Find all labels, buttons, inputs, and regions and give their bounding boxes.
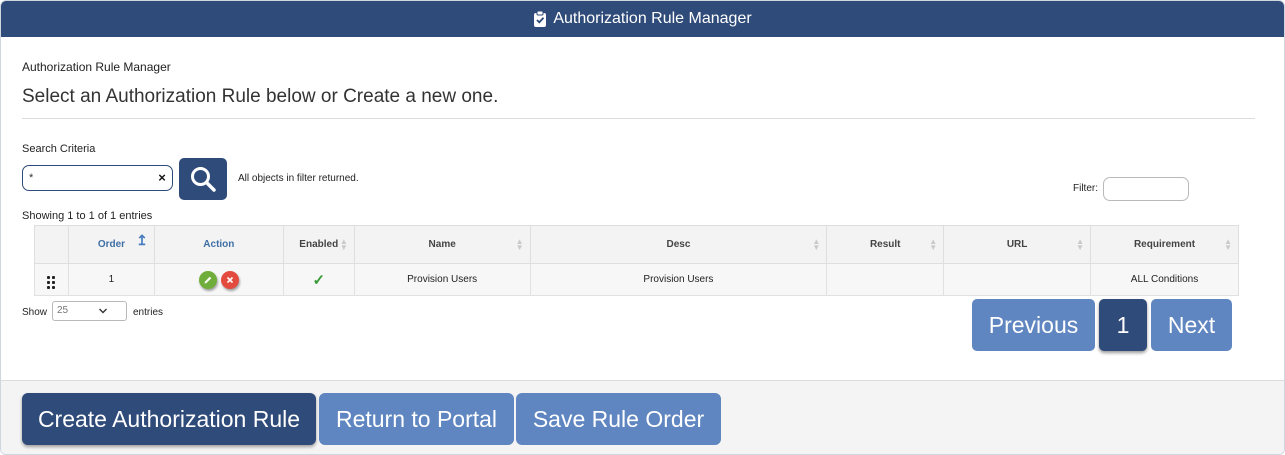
sort-icon: ▲ ▼	[1224, 237, 1232, 252]
breadcrumb: Authorization Rule Manager	[22, 60, 171, 74]
col-name-label: Name	[428, 239, 456, 250]
sort-icon: ▲ ▼	[1076, 237, 1085, 252]
sort-icon: ▲ ▼	[812, 237, 821, 252]
page-length-value: 25	[57, 305, 69, 316]
page-1-button[interactable]: 1	[1099, 299, 1147, 351]
col-action: Action	[153, 225, 284, 264]
close-icon	[226, 276, 233, 283]
col-desc[interactable]: Desc ▲ ▼	[529, 225, 828, 264]
col-requirement-label: Requirement	[1133, 239, 1196, 250]
cell-action	[153, 263, 284, 296]
cell-order: 1	[67, 263, 155, 296]
col-result[interactable]: Result ▲ ▼	[826, 225, 945, 264]
divider	[22, 118, 1255, 119]
save-rule-order-button[interactable]: Save Rule Order	[516, 393, 721, 445]
previous-page-button[interactable]: Previous	[972, 299, 1095, 351]
cell-url	[943, 263, 1092, 296]
search-input[interactable]	[22, 165, 173, 191]
col-drag	[34, 225, 69, 264]
checkmark-icon: ✓	[312, 271, 326, 289]
rules-table: Order ↥ Action Enabled ▲ ▼ Name ▲ ▼ Desc ▲ ▼ Re…	[34, 225, 1239, 296]
sort-icon: ▲ ▼	[339, 237, 348, 252]
search-button[interactable]	[179, 158, 227, 200]
col-name[interactable]: Name ▲ ▼	[353, 225, 531, 264]
edit-button[interactable]	[198, 270, 217, 289]
page-length-select[interactable]: 25	[52, 301, 127, 321]
col-desc-label: Desc	[666, 239, 691, 250]
chevron-down-icon	[98, 302, 108, 327]
app-frame: Authorization Rule Manager Authorization…	[0, 0, 1285, 455]
delete-button[interactable]	[220, 270, 239, 289]
drag-handle-icon	[47, 275, 56, 289]
sort-ascending-icon: ↥	[136, 232, 148, 248]
drag-handle[interactable]	[34, 263, 69, 296]
cell-name: Provision Users	[353, 263, 531, 296]
col-result-label: Result	[869, 239, 901, 250]
cell-enabled: ✓	[282, 263, 355, 296]
col-requirement[interactable]: Requirement ▲ ▼	[1090, 225, 1239, 264]
table-header-row: Order ↥ Action Enabled ▲ ▼ Name ▲ ▼ Desc ▲ ▼ Re…	[34, 225, 1239, 264]
return-to-portal-button[interactable]: Return to Portal	[319, 393, 514, 445]
filter-label: Filter:	[1073, 183, 1098, 194]
col-order-label: Order	[97, 239, 126, 250]
page-title: Select an Authorization Rule below or Cr…	[22, 86, 499, 107]
search-icon	[191, 167, 216, 192]
show-label: Show	[22, 307, 48, 318]
cell-desc: Provision Users	[529, 263, 828, 296]
next-page-button[interactable]: Next	[1151, 299, 1232, 351]
create-authorization-rule-button[interactable]: Create Authorization Rule	[22, 393, 316, 445]
clear-search-icon[interactable]: ×	[155, 171, 169, 185]
clipboard-check-icon	[533, 10, 547, 27]
title-bar: Authorization Rule Manager	[1, 1, 1284, 37]
sort-icon: ▲ ▼	[515, 237, 524, 252]
entries-label: entries	[133, 307, 164, 318]
cell-requirement: ALL Conditions	[1090, 263, 1239, 296]
window-title: Authorization Rule Manager	[553, 10, 752, 27]
table-info: Showing 1 to 1 of 1 entries	[22, 210, 153, 222]
pencil-icon	[204, 276, 212, 283]
cell-result	[826, 263, 945, 296]
filter-input[interactable]	[1103, 177, 1189, 201]
col-enabled[interactable]: Enabled ▲ ▼	[282, 225, 355, 264]
table-row[interactable]: 1 ✓ Provision Users Provision Users ALL …	[34, 263, 1239, 296]
search-criteria-label: Search Criteria	[22, 143, 96, 155]
col-enabled-label: Enabled	[299, 239, 339, 250]
sort-icon: ▲ ▼	[929, 237, 938, 252]
search-result-message: All objects in filter returned.	[238, 173, 359, 184]
col-order[interactable]: Order ↥	[67, 225, 155, 264]
col-url-label: URL	[1006, 239, 1028, 250]
col-url[interactable]: URL ▲ ▼	[943, 225, 1092, 264]
col-action-label: Action	[203, 239, 235, 250]
